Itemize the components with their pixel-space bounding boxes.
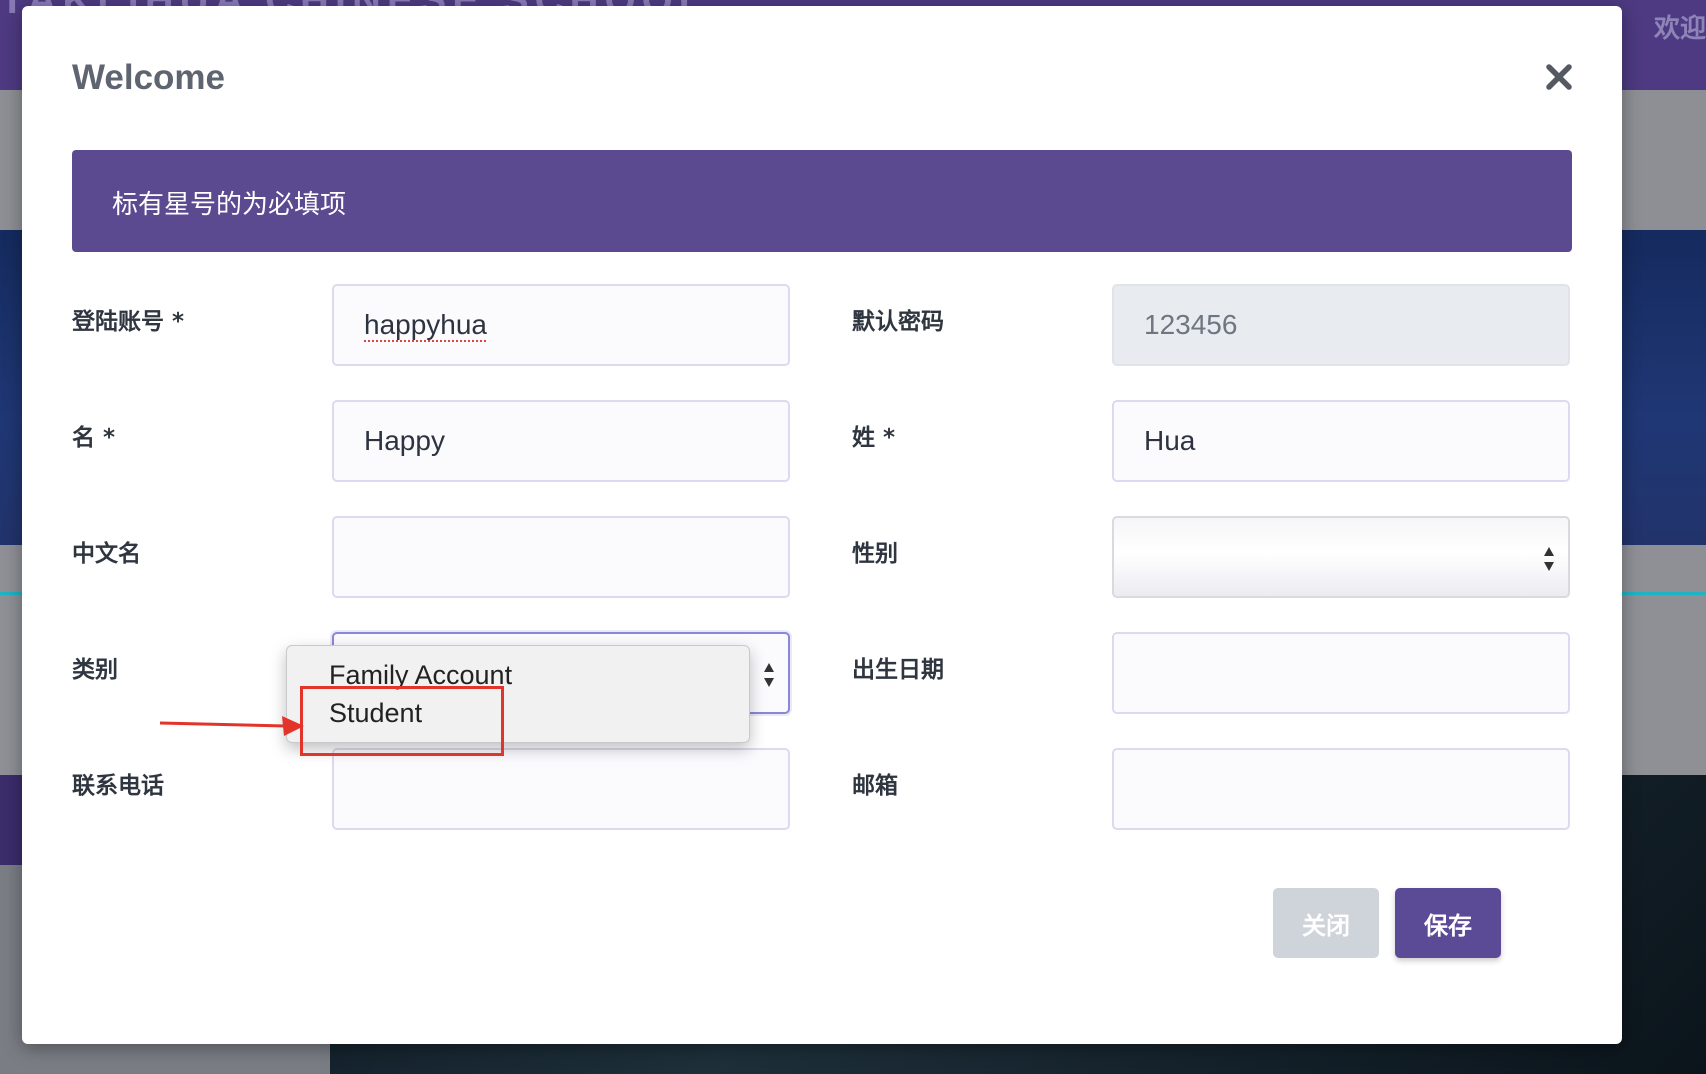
login-account-label: 登陆账号 * [72, 309, 185, 335]
gender-label: 性别 [852, 541, 898, 567]
email-label: 邮箱 [852, 773, 898, 799]
default-password-input: 123456 [1112, 284, 1570, 366]
login-account-value: happyhua [364, 309, 488, 340]
annotation-arrow-icon [159, 716, 304, 736]
birth-date-label: 出生日期 [852, 657, 944, 683]
required-notice-banner: 标有星号的为必填项 [72, 150, 1572, 252]
last-name-input[interactable]: Hua [1112, 400, 1570, 482]
select-arrows-icon [1544, 547, 1554, 571]
first-name-value: Happy [364, 425, 445, 456]
background-welcome: 欢迎 [1653, 14, 1706, 44]
required-notice-text: 标有星号的为必填项 [112, 190, 347, 220]
select-arrows-icon [764, 663, 774, 687]
birth-date-input[interactable] [1112, 632, 1570, 714]
phone-label: 联系电话 [72, 773, 164, 799]
save-button[interactable]: 保存 [1395, 888, 1501, 958]
chinese-name-label: 中文名 [72, 541, 141, 567]
default-password-value: 123456 [1144, 309, 1238, 340]
first-name-label: 名 * [72, 425, 116, 451]
close-button[interactable]: 关闭 [1273, 888, 1379, 958]
chinese-name-input[interactable] [332, 516, 790, 598]
default-password-label: 默认密码 [852, 309, 944, 335]
last-name-label: 姓 * [852, 425, 896, 451]
close-icon[interactable] [1542, 60, 1576, 94]
first-name-input[interactable]: Happy [332, 400, 790, 482]
login-account-input[interactable]: happyhua [332, 284, 790, 366]
category-label: 类别 [72, 657, 118, 683]
email-input[interactable] [1112, 748, 1570, 830]
annotation-highlight-box [300, 686, 504, 756]
modal-title: Welcome [72, 58, 226, 97]
gender-select[interactable] [1112, 516, 1570, 598]
phone-input[interactable] [332, 748, 790, 830]
last-name-value: Hua [1144, 425, 1196, 456]
